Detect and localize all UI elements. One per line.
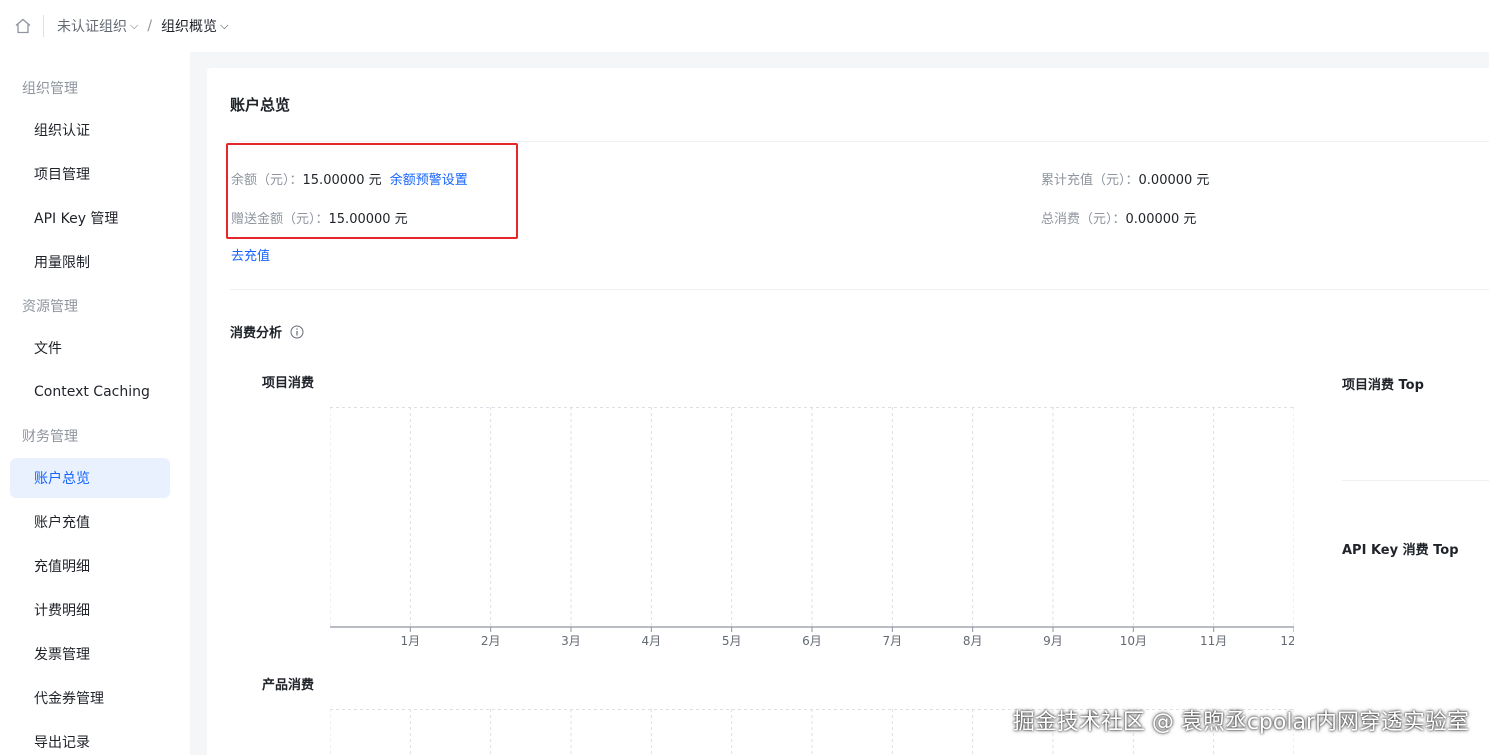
project-spend-chart: 1月 2月 3月 4月 5月 6月 7月 8月 9月 10月 11月 12月 <box>330 407 1294 648</box>
home-icon[interactable] <box>13 16 33 36</box>
x-tick-label: 8月 <box>963 634 983 648</box>
sidebar-item-files[interactable]: 文件 <box>10 328 170 368</box>
x-tick-label: 7月 <box>883 634 903 648</box>
x-tick-label: 12月 <box>1280 634 1294 648</box>
sidebar-item-vouchers[interactable]: 代金券管理 <box>10 678 170 718</box>
project-top-title: 项目消费 Top <box>1342 378 1424 393</box>
divider <box>1342 480 1489 481</box>
divider <box>43 15 44 37</box>
page-switcher[interactable]: 组织概览 ⌵ <box>161 16 228 36</box>
sidebar: 组织管理 组织认证 项目管理 API Key 管理 用量限制 资源管理 文件 C… <box>0 52 190 755</box>
info-icon[interactable] <box>290 325 304 339</box>
page-title: 账户总览 <box>230 96 291 114</box>
product-spend-title: 产品消费 <box>262 678 315 693</box>
divider <box>230 289 1489 290</box>
sidebar-item-projects[interactable]: 项目管理 <box>10 154 170 194</box>
apikey-top-title: API Key 消费 Top <box>1342 543 1459 558</box>
x-tick-label: 11月 <box>1200 634 1227 648</box>
x-tick-label: 9月 <box>1043 634 1063 648</box>
total-spend-value: 0.00000 元 <box>1125 212 1197 227</box>
project-spend-title: 项目消费 <box>262 376 315 391</box>
gift-label: 赠送金额（元）： <box>231 212 329 227</box>
x-tick-label: 1月 <box>401 634 421 648</box>
x-tick-label: 10月 <box>1120 634 1147 648</box>
go-recharge-link[interactable]: 去充值 <box>231 245 270 264</box>
account-overview-card: 账户总览 余额（元）： 15.00000 元 余额预警设置 赠送金额（元）： 1… <box>207 68 1489 755</box>
gift-row: 赠送金额（元）： 15.00000 元 <box>231 208 408 227</box>
balance-value: 15.00000 元 <box>302 173 382 188</box>
sidebar-item-invoices[interactable]: 发票管理 <box>10 634 170 674</box>
sidebar-group-title: 财务管理 <box>22 429 78 445</box>
balance-label: 余额（元）： <box>231 173 303 188</box>
top-bar: 未认证组织 ⌵ / 组织概览 ⌵ <box>0 0 1489 52</box>
current-page-label: 组织概览 <box>161 19 218 35</box>
sidebar-item-account-overview[interactable]: 账户总览 <box>10 458 170 498</box>
chevron-down-icon: ⌵ <box>130 19 139 32</box>
sidebar-item-account-recharge[interactable]: 账户充值 <box>10 502 170 542</box>
sidebar-item-context-caching[interactable]: Context Caching <box>10 372 170 412</box>
sidebar-item-export-records[interactable]: 导出记录 <box>10 722 170 755</box>
org-switcher[interactable]: 未认证组织 ⌵ <box>57 16 138 36</box>
total-recharge-row: 累计充值（元）： 0.00000 元 <box>1041 169 1209 188</box>
sidebar-item-api-keys[interactable]: API Key 管理 <box>10 198 170 238</box>
x-tick-label: 4月 <box>642 634 662 648</box>
sidebar-item-billing-details[interactable]: 计费明细 <box>10 590 170 630</box>
x-tick-label: 2月 <box>481 634 501 648</box>
section-title: 消费分析 <box>230 326 283 341</box>
total-recharge-label: 累计充值（元）： <box>1041 173 1139 188</box>
total-spend-row: 总消费（元）： 0.00000 元 <box>1041 208 1196 227</box>
breadcrumb-separator: / <box>147 18 153 34</box>
consumption-analysis-title: 消费分析 <box>230 322 304 341</box>
divider <box>230 141 1489 142</box>
x-tick-label: 3月 <box>561 634 581 648</box>
sidebar-item-org-verify[interactable]: 组织认证 <box>10 110 170 150</box>
gift-value: 15.00000 元 <box>328 212 408 227</box>
total-spend-label: 总消费（元）： <box>1041 212 1126 227</box>
total-recharge-value: 0.00000 元 <box>1138 173 1210 188</box>
x-tick-label: 6月 <box>802 634 822 648</box>
sidebar-item-recharge-details[interactable]: 充值明细 <box>10 546 170 586</box>
sidebar-item-usage-limits[interactable]: 用量限制 <box>10 242 170 282</box>
balance-row: 余额（元）： 15.00000 元 余额预警设置 <box>231 169 468 188</box>
watermark: 掘金技术社区 @ 袁煦丞cpolar内网穿透实验室 <box>1012 710 1469 735</box>
org-label: 未认证组织 <box>57 19 127 35</box>
sidebar-group-title: 组织管理 <box>22 81 78 97</box>
x-tick-label: 5月 <box>722 634 742 648</box>
balance-alert-link[interactable]: 余额预警设置 <box>390 169 468 188</box>
chevron-down-icon: ⌵ <box>220 19 229 32</box>
sidebar-group-title: 资源管理 <box>22 299 78 315</box>
